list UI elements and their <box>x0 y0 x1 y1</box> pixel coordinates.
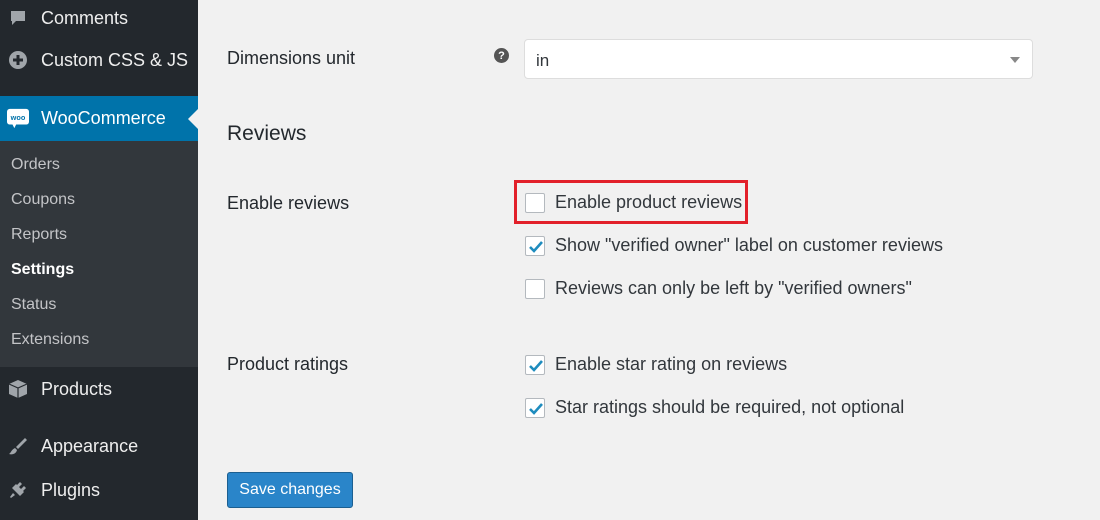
comment-bubble-icon <box>7 7 29 29</box>
paintbrush-icon <box>7 435 29 457</box>
woo-logo-text: woo <box>10 112 26 121</box>
menu-item-appearance[interactable]: Appearance <box>0 430 198 462</box>
verified-owner-label-option[interactable]: Show "verified owner" label on customer … <box>525 235 943 256</box>
reviews-section-title: Reviews <box>227 122 307 145</box>
menu-item-custom-css-js[interactable]: Custom CSS & JS <box>0 44 198 76</box>
help-tip-icon[interactable]: ? <box>494 48 509 63</box>
star-rating-required-option[interactable]: Star ratings should be required, not opt… <box>525 397 904 418</box>
submenu-item-coupons[interactable]: Coupons <box>11 191 75 209</box>
menu-item-label: Plugins <box>41 479 101 500</box>
woocommerce-submenu: Orders Coupons Reports Settings Status E… <box>0 141 198 367</box>
product-ratings-label: Product ratings <box>227 354 349 374</box>
save-changes-button[interactable]: Save changes <box>227 472 353 508</box>
menu-item-label: Products <box>41 378 113 399</box>
submenu-item-orders[interactable]: Orders <box>11 156 60 174</box>
checkbox-label: Show "verified owner" label on customer … <box>555 235 943 255</box>
menu-item-comments[interactable]: Comments <box>0 2 198 34</box>
checkbox-label: Star ratings should be required, not opt… <box>555 397 905 417</box>
admin-sidebar: Comments Custom CSS & JS woo WooCommerce… <box>0 0 198 520</box>
menu-item-label: Comments <box>41 7 129 28</box>
woo-logo-icon: woo <box>7 108 29 130</box>
enable-reviews-label: Enable reviews <box>227 193 350 213</box>
checkbox-label: Reviews can only be left by "verified ow… <box>555 278 912 298</box>
check-icon <box>529 359 543 372</box>
star-rating-required-checkbox[interactable] <box>525 397 545 418</box>
submenu-item-status[interactable]: Status <box>11 296 56 314</box>
dimensions-unit-label: Dimensions unit <box>227 48 356 68</box>
verified-owners-only-option[interactable]: Reviews can only be left by "verified ow… <box>525 278 912 299</box>
menu-item-label: Appearance <box>41 435 139 456</box>
star-rating-checkbox[interactable] <box>525 354 545 375</box>
plus-circle-icon <box>7 49 29 71</box>
check-icon <box>529 240 543 253</box>
highlight-box <box>514 180 748 224</box>
dimensions-unit-value: in <box>536 51 550 70</box>
menu-item-plugins[interactable]: Plugins <box>0 474 198 506</box>
menu-item-woocommerce[interactable]: woo WooCommerce <box>0 96 198 141</box>
verified-owners-only-checkbox[interactable] <box>525 278 545 299</box>
submenu-item-settings[interactable]: Settings <box>11 261 74 279</box>
submenu-item-reports[interactable]: Reports <box>11 226 67 244</box>
checkbox-label: Enable star rating on reviews <box>555 354 788 374</box>
plug-icon <box>7 479 29 501</box>
box-icon <box>7 378 29 400</box>
submenu-item-extensions[interactable]: Extensions <box>11 331 89 349</box>
star-rating-option[interactable]: Enable star rating on reviews <box>525 354 787 375</box>
dimensions-unit-select[interactable]: in <box>524 39 1033 79</box>
menu-item-label: Custom CSS & JS <box>41 49 189 70</box>
chevron-down-icon <box>1010 57 1020 63</box>
verified-owner-label-checkbox[interactable] <box>525 235 545 256</box>
menu-item-products[interactable]: Products <box>0 373 198 405</box>
check-icon <box>529 402 543 415</box>
menu-item-label: WooCommerce <box>41 108 166 128</box>
